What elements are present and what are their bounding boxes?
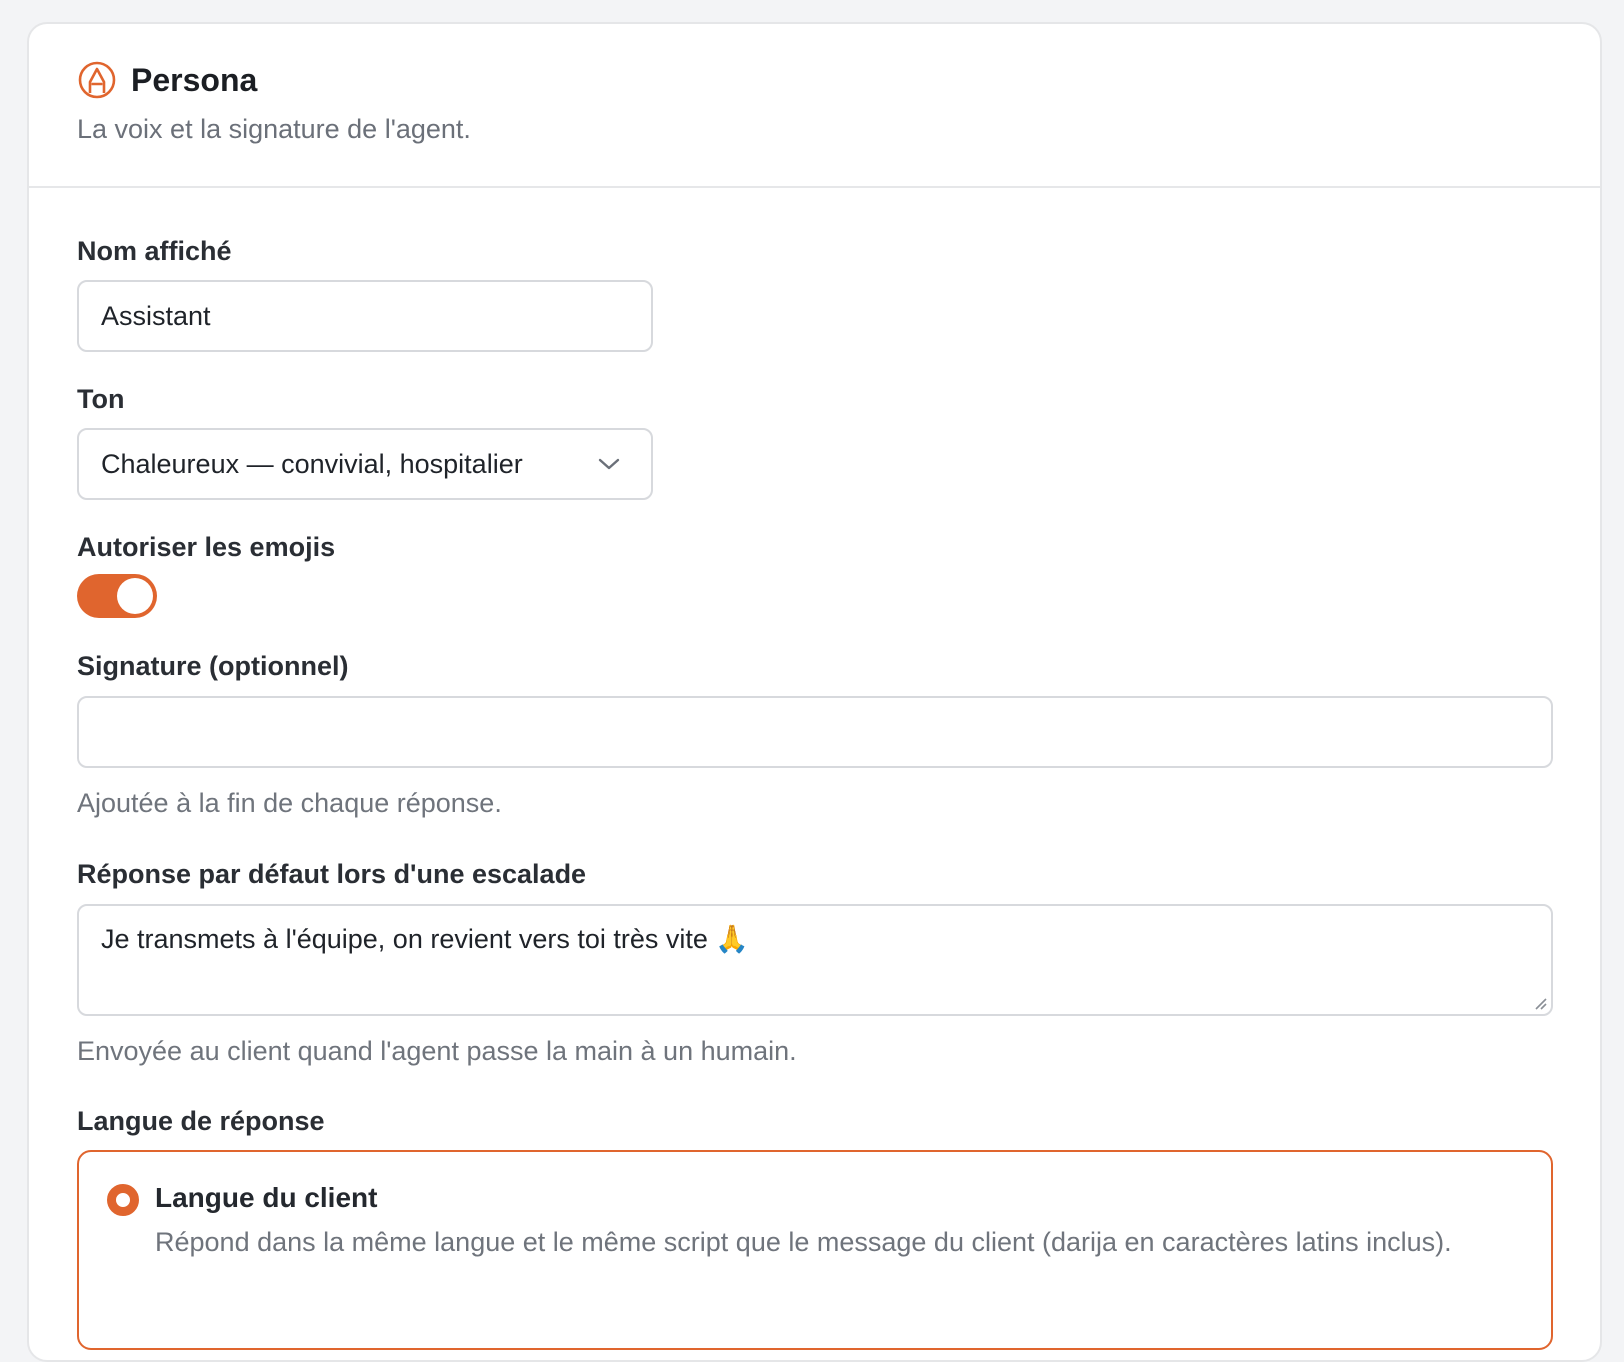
signature-input[interactable]	[77, 696, 1553, 768]
chevron-down-icon	[598, 458, 620, 470]
language-option-client[interactable]: Langue du client Répond dans la même lan…	[77, 1150, 1553, 1350]
display-name-value: Assistant	[101, 301, 211, 331]
radio-selected-icon[interactable]	[107, 1184, 139, 1216]
page-title: Persona	[131, 61, 258, 98]
emojis-toggle[interactable]	[77, 574, 157, 618]
signature-label: Signature (optionnel)	[77, 651, 349, 681]
language-option-title: Langue du client	[155, 1182, 378, 1213]
escalation-value: Je transmets à l'équipe, on revient vers…	[101, 924, 750, 954]
language-option-description: Répond dans la même langue et le même sc…	[155, 1227, 1452, 1257]
title-row: Persona	[77, 60, 1600, 100]
page-subtitle: La voix et la signature de l'agent.	[77, 114, 471, 144]
tone-label: Ton	[77, 384, 125, 414]
persona-card: Persona La voix et la signature de l'age…	[27, 22, 1602, 1362]
resize-grip-icon[interactable]	[1533, 996, 1547, 1010]
language-label: Langue de réponse	[77, 1106, 325, 1136]
tone-select[interactable]: Chaleureux — convivial, hospitalier	[77, 428, 653, 500]
escalation-help: Envoyée au client quand l'agent passe la…	[77, 1036, 797, 1066]
persona-icon	[77, 60, 117, 100]
tone-value: Chaleureux — convivial, hospitalier	[101, 449, 523, 479]
toggle-knob	[117, 578, 153, 614]
escalation-textarea[interactable]: Je transmets à l'équipe, on revient vers…	[77, 904, 1553, 1016]
card-header: Persona La voix et la signature de l'age…	[29, 24, 1600, 188]
escalation-label: Réponse par défaut lors d'une escalade	[77, 859, 587, 889]
display-name-input[interactable]: Assistant	[77, 280, 653, 352]
signature-help: Ajoutée à la fin de chaque réponse.	[77, 788, 502, 818]
emojis-label: Autoriser les emojis	[77, 532, 336, 562]
display-name-label: Nom affiché	[77, 236, 232, 266]
